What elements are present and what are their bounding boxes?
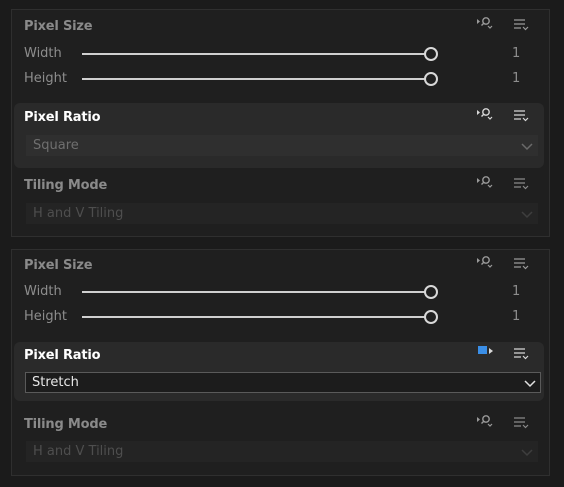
width-slider-track[interactable]	[82, 291, 425, 293]
chevron-down-icon	[521, 209, 533, 219]
expose-parameter-icon[interactable]	[476, 414, 494, 428]
pixel-ratio-value: Square	[33, 138, 79, 153]
pixel-ratio-section: Pixel Ratio Stretch	[14, 342, 544, 401]
parameter-connected-icon[interactable]	[477, 345, 495, 359]
expose-parameter-icon[interactable]	[476, 255, 494, 269]
width-label: Width	[24, 284, 62, 299]
width-value[interactable]: 1	[512, 46, 520, 61]
tiling-mode-dropdown[interactable]: H and V Tiling	[26, 441, 538, 462]
height-value[interactable]: 1	[512, 71, 520, 86]
height-slider-row: Height 1	[12, 307, 549, 327]
height-value[interactable]: 1	[512, 309, 520, 324]
expose-parameter-icon[interactable]	[476, 175, 494, 189]
pixel-size-section: Pixel Size Width 1 Height 1	[12, 250, 549, 332]
expose-parameter-icon[interactable]	[476, 107, 494, 121]
height-label: Height	[24, 309, 67, 324]
width-label: Width	[24, 46, 62, 61]
height-label: Height	[24, 71, 67, 86]
options-menu-icon[interactable]	[513, 177, 531, 191]
chevron-down-icon	[521, 447, 533, 457]
chevron-down-icon	[521, 141, 533, 151]
options-menu-icon[interactable]	[513, 416, 531, 430]
tiling-mode-dropdown[interactable]: H and V Tiling	[26, 203, 538, 224]
pixel-size-section: Pixel Size Width 1 Height 1	[12, 10, 549, 92]
height-slider-track[interactable]	[82, 316, 425, 318]
pixel-ratio-title: Pixel Ratio	[24, 110, 101, 125]
properties-panel-2: Pixel Size Width 1 Height 1 Pixel Ratio	[11, 249, 550, 476]
width-slider-handle[interactable]	[424, 285, 438, 299]
expose-parameter-icon[interactable]	[476, 16, 494, 30]
width-slider-track[interactable]	[82, 53, 425, 55]
options-menu-icon[interactable]	[513, 109, 531, 123]
height-slider-handle[interactable]	[424, 72, 438, 86]
height-slider-row: Height 1	[12, 69, 549, 89]
chevron-down-icon	[524, 378, 536, 388]
options-menu-icon[interactable]	[513, 347, 531, 361]
tiling-mode-value: H and V Tiling	[33, 206, 124, 221]
width-value[interactable]: 1	[512, 284, 520, 299]
tiling-mode-section: Tiling Mode H and V Tiling	[12, 414, 549, 474]
height-slider-track[interactable]	[82, 78, 425, 80]
properties-panel-1: Pixel Size Width 1 Height 1 Pixel Ratio	[11, 9, 550, 237]
pixel-size-title: Pixel Size	[24, 19, 93, 34]
pixel-ratio-title: Pixel Ratio	[24, 348, 101, 363]
options-menu-icon[interactable]	[513, 18, 531, 32]
pixel-size-title: Pixel Size	[24, 258, 93, 273]
tiling-mode-value: H and V Tiling	[33, 444, 124, 459]
width-slider-row: Width 1	[12, 282, 549, 302]
width-slider-row: Width 1	[12, 44, 549, 64]
pixel-ratio-dropdown[interactable]: Square	[26, 135, 538, 156]
options-menu-icon[interactable]	[513, 257, 531, 271]
tiling-mode-section: Tiling Mode H and V Tiling	[12, 175, 549, 235]
tiling-mode-title: Tiling Mode	[24, 417, 108, 432]
pixel-ratio-section: Pixel Ratio Square	[14, 103, 544, 168]
height-slider-handle[interactable]	[424, 310, 438, 324]
tiling-mode-title: Tiling Mode	[24, 178, 108, 193]
width-slider-handle[interactable]	[424, 47, 438, 61]
pixel-ratio-dropdown[interactable]: Stretch	[25, 372, 541, 393]
pixel-ratio-value: Stretch	[32, 375, 79, 390]
